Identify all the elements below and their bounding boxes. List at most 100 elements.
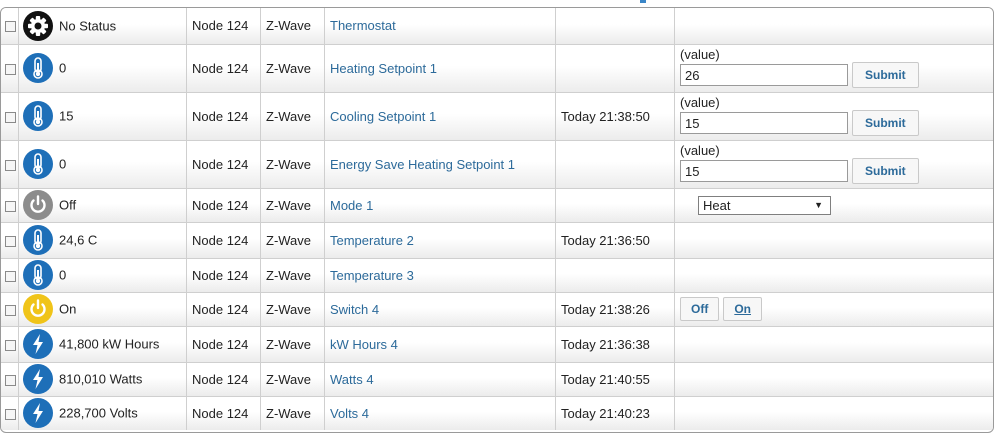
mode-select-value: Heat	[703, 197, 731, 213]
device-name-link[interactable]: Mode 1	[330, 198, 373, 213]
off-button[interactable]: Off	[680, 297, 720, 321]
table-row: 41,800 kW Hours Node 124 Z-Wave kW Hours…	[1, 326, 993, 363]
row-checkbox[interactable]	[5, 408, 16, 420]
device-node: Node 124	[186, 396, 261, 430]
device-status: 15	[59, 108, 74, 124]
device-protocol: Z-Wave	[260, 188, 325, 223]
row-checkbox[interactable]	[5, 111, 16, 123]
device-last-update: Today 21:36:50	[555, 222, 675, 259]
table-row: On Node 124 Z-Wave Switch 4 Today 21:38:…	[1, 292, 993, 327]
top-accent	[640, 0, 646, 3]
device-control: (value) Submit	[674, 44, 993, 93]
row-checkbox[interactable]	[5, 374, 16, 386]
row-checkbox[interactable]	[5, 270, 16, 282]
device-node: Node 124	[186, 92, 261, 141]
device-status: 810,010 Watts	[59, 371, 143, 387]
device-node: Node 124	[186, 44, 261, 93]
device-control	[674, 258, 993, 293]
device-protocol: Z-Wave	[260, 396, 325, 430]
device-name-link[interactable]: Thermostat	[330, 18, 396, 33]
value-label: (value)	[680, 95, 720, 110]
value-input[interactable]	[680, 64, 848, 86]
row-checkbox[interactable]	[5, 159, 16, 171]
mode-select[interactable]: Heat ▼	[698, 195, 831, 215]
on-button[interactable]: On	[723, 297, 762, 321]
submit-button[interactable]: Submit	[852, 62, 919, 88]
device-status: 24,6 C	[59, 232, 98, 248]
chevron-down-icon: ▼	[814, 199, 823, 210]
table-row: 24,6 C Node 124 Z-Wave Temperature 2 Tod…	[1, 222, 993, 259]
thermometer-icon	[23, 149, 53, 179]
table-row: 228,700 Volts Node 124 Z-Wave Volts 4 To…	[1, 396, 993, 430]
thermometer-icon	[23, 260, 53, 290]
value-label: (value)	[680, 143, 720, 158]
device-status: No Status	[59, 18, 117, 34]
row-checkbox[interactable]	[5, 21, 16, 33]
device-name-link[interactable]: Switch 4	[330, 302, 379, 317]
power-icon	[23, 294, 53, 324]
device-last-update: Today 21:38:26	[555, 292, 675, 327]
device-control	[674, 326, 993, 363]
row-checkbox[interactable]	[5, 235, 16, 247]
device-control: Off On	[674, 292, 993, 327]
value-input[interactable]	[680, 160, 848, 182]
device-node: Node 124	[186, 258, 261, 293]
device-last-update	[555, 140, 675, 189]
device-name-link[interactable]: kW Hours 4	[330, 337, 398, 352]
table-row: Off Node 124 Z-Wave Mode 1 Heat ▼	[1, 188, 993, 223]
device-control: Heat ▼	[674, 188, 993, 223]
device-protocol: Z-Wave	[260, 258, 325, 293]
device-status: Off	[59, 197, 77, 213]
submit-button[interactable]: Submit	[852, 158, 919, 184]
device-last-update	[555, 258, 675, 293]
device-node: Node 124	[186, 362, 261, 397]
thermometer-icon	[23, 225, 53, 255]
row-checkbox[interactable]	[5, 63, 16, 75]
lightning-icon	[23, 398, 53, 429]
device-last-update	[555, 44, 675, 93]
device-control	[674, 362, 993, 397]
submit-button[interactable]: Submit	[852, 110, 919, 136]
device-status: 41,800 kW Hours	[59, 336, 160, 352]
device-last-update	[555, 188, 675, 223]
device-control	[674, 222, 993, 259]
table-row: 15 Node 124 Z-Wave Cooling Setpoint 1 To…	[1, 92, 993, 141]
device-status: 0	[59, 267, 67, 283]
device-table: No Status Node 124 Z-Wave Thermostat 0 N…	[1, 8, 993, 430]
value-label: (value)	[680, 47, 720, 62]
device-control	[674, 8, 993, 45]
device-protocol: Z-Wave	[260, 8, 325, 45]
device-node: Node 124	[186, 140, 261, 189]
device-protocol: Z-Wave	[260, 292, 325, 327]
device-node: Node 124	[186, 222, 261, 259]
device-status: On	[59, 301, 77, 317]
device-name-link[interactable]: Cooling Setpoint 1	[330, 109, 436, 124]
row-checkbox[interactable]	[5, 339, 16, 351]
thermometer-icon	[23, 53, 53, 83]
device-name-link[interactable]: Heating Setpoint 1	[330, 61, 437, 76]
device-last-update	[555, 8, 675, 45]
table-row: No Status Node 124 Z-Wave Thermostat	[1, 8, 993, 45]
device-name-link[interactable]: Volts 4	[330, 406, 369, 421]
device-control	[675, 396, 994, 430]
power-icon	[23, 190, 53, 220]
device-last-update: Today 21:40:55	[555, 362, 675, 397]
device-name-link[interactable]: Watts 4	[330, 372, 374, 387]
device-protocol: Z-Wave	[260, 326, 325, 363]
device-name-link[interactable]: Temperature 2	[330, 233, 414, 248]
device-protocol: Z-Wave	[260, 92, 325, 141]
table-row: 0 Node 124 Z-Wave Heating Setpoint 1 (va…	[1, 44, 993, 93]
device-status: 0	[59, 156, 67, 172]
device-status: 228,700 Volts	[59, 405, 138, 421]
row-checkbox[interactable]	[5, 200, 16, 212]
device-last-update: Today 21:36:38	[555, 326, 675, 363]
thermometer-icon	[23, 101, 53, 131]
device-node: Node 124	[186, 8, 261, 45]
device-name-link[interactable]: Temperature 3	[330, 268, 414, 283]
row-checkbox[interactable]	[5, 304, 16, 316]
device-name-link[interactable]: Energy Save Heating Setpoint 1	[330, 157, 515, 172]
device-node: Node 124	[186, 292, 261, 327]
table-row: 810,010 Watts Node 124 Z-Wave Watts 4 To…	[1, 362, 993, 397]
table-row: 0 Node 124 Z-Wave Temperature 3	[1, 258, 993, 293]
value-input[interactable]	[680, 112, 848, 134]
